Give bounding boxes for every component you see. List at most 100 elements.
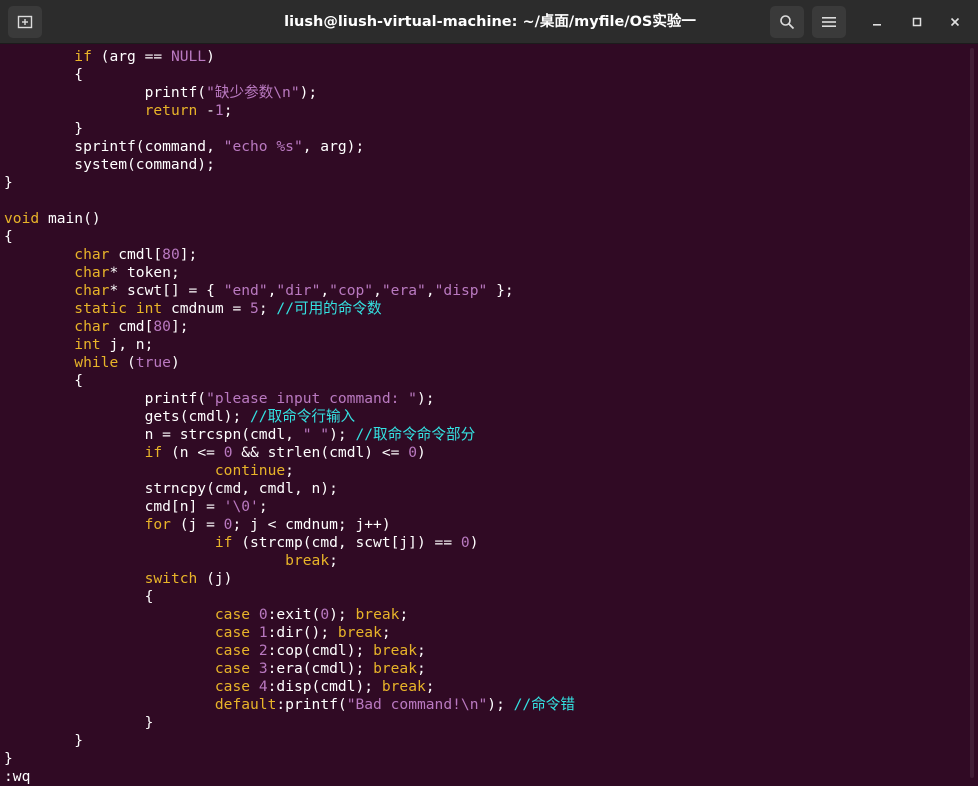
code-token: (j): [197, 570, 233, 587]
code-line: case 3:era(cmdl); break;: [4, 660, 426, 678]
minimize-button[interactable]: [863, 8, 891, 36]
code-token: && strlen(cmdl) <=: [232, 444, 409, 461]
code-token: (j =: [170, 516, 224, 533]
code-token: ;: [417, 660, 426, 677]
code-line: {: [4, 588, 154, 606]
code-token: }: [4, 750, 13, 767]
code-token: cmdnum =: [162, 300, 251, 317]
code-token: ): [206, 48, 215, 65]
code-token: 0: [320, 606, 330, 623]
code-token: 4: [258, 678, 268, 695]
code-token: ;: [258, 498, 268, 515]
code-token: {: [4, 228, 13, 245]
code-token: break: [381, 678, 426, 695]
code-token: {: [4, 66, 84, 83]
close-button[interactable]: [941, 8, 969, 36]
code-line: char cmd[80];: [4, 318, 189, 336]
code-token: :disp(cmdl);: [267, 678, 382, 695]
hamburger-menu-icon: [822, 17, 836, 27]
code-token: break: [373, 660, 417, 677]
code-token: cmd[: [109, 318, 154, 335]
new-tab-button[interactable]: [8, 6, 42, 38]
code-token: 80: [162, 246, 180, 263]
code-line: for (j = 0; j < cmdnum; j++): [4, 516, 391, 534]
code-token: {: [4, 588, 154, 605]
maximize-button[interactable]: [903, 8, 931, 36]
code-token: system(command);: [4, 156, 215, 173]
code-line: cmd[n] = '\0';: [4, 498, 268, 516]
code-token: case: [214, 678, 251, 695]
code-line: n = strcspn(cmdl, " "); //取命令命令部分: [4, 426, 476, 444]
code-token: ;: [329, 552, 338, 569]
code-token: default: [214, 696, 277, 713]
code-token: cmdl[: [109, 246, 163, 263]
code-line: {: [4, 66, 83, 84]
maximize-icon: [912, 17, 922, 27]
code-token: for: [144, 516, 171, 533]
code-token: n = strcspn(cmdl,: [4, 426, 303, 443]
code-token: ,: [425, 282, 435, 299]
code-token: 1: [214, 102, 224, 119]
code-token: 1: [258, 624, 268, 641]
code-line: }: [4, 732, 83, 750]
code-token: -: [197, 102, 215, 119]
code-token: sprintf(command,: [4, 138, 224, 155]
code-token: {: [4, 372, 84, 389]
code-token: switch: [144, 570, 198, 587]
code-token: 0: [258, 606, 268, 623]
code-token: ];: [170, 318, 189, 335]
code-token: );: [299, 84, 318, 101]
terminal-content[interactable]: if (arg == NULL) { printf("缺少参数\n"); ret…: [0, 45, 978, 786]
code-line: if (arg == NULL): [4, 48, 215, 66]
code-token: int: [135, 300, 163, 317]
code-token: (strcmp(cmd, scwt[j]) ==: [232, 534, 461, 551]
code-token: case: [214, 606, 251, 623]
code-token: printf(: [4, 84, 207, 101]
code-token: case: [214, 642, 251, 659]
code-token: ];: [179, 246, 198, 263]
terminal-scrollbar[interactable]: [970, 48, 974, 778]
code-line: gets(cmdl); //取命令行输入: [4, 408, 356, 426]
code-token: }: [4, 732, 84, 749]
code-token: //命令错: [513, 696, 575, 713]
code-token: "please input command: ": [206, 390, 417, 407]
close-icon: [950, 17, 960, 27]
code-line: }: [4, 120, 83, 138]
code-token: ;: [417, 642, 426, 659]
code-token: void: [4, 210, 40, 227]
code-token: char: [74, 282, 110, 299]
code-line: sprintf(command, "echo %s", arg);: [4, 138, 364, 156]
code-token: break: [373, 642, 417, 659]
code-token: ): [469, 534, 479, 551]
code-token: case: [214, 660, 251, 677]
menu-button[interactable]: [812, 6, 846, 38]
code-token: int: [74, 336, 101, 353]
code-token: ;: [381, 624, 391, 641]
title-bar[interactable]: liush@liush-virtual-machine: ~/桌面/myfile…: [0, 0, 978, 44]
code-token: "Bad command!\n": [346, 696, 488, 713]
code-token: * token;: [109, 264, 180, 281]
code-token: (n <=: [162, 444, 224, 461]
code-token: "dir": [276, 282, 321, 299]
code-token: ;: [425, 678, 435, 695]
code-token: " ": [302, 426, 330, 443]
code-token: '\0': [223, 498, 259, 515]
code-token: :dir();: [267, 624, 338, 641]
code-token: );: [329, 426, 356, 443]
search-button[interactable]: [770, 6, 804, 38]
code-token: break: [337, 624, 382, 641]
window-title: liush@liush-virtual-machine: ~/桌面/myfile…: [284, 14, 696, 30]
code-token: "end": [223, 282, 268, 299]
